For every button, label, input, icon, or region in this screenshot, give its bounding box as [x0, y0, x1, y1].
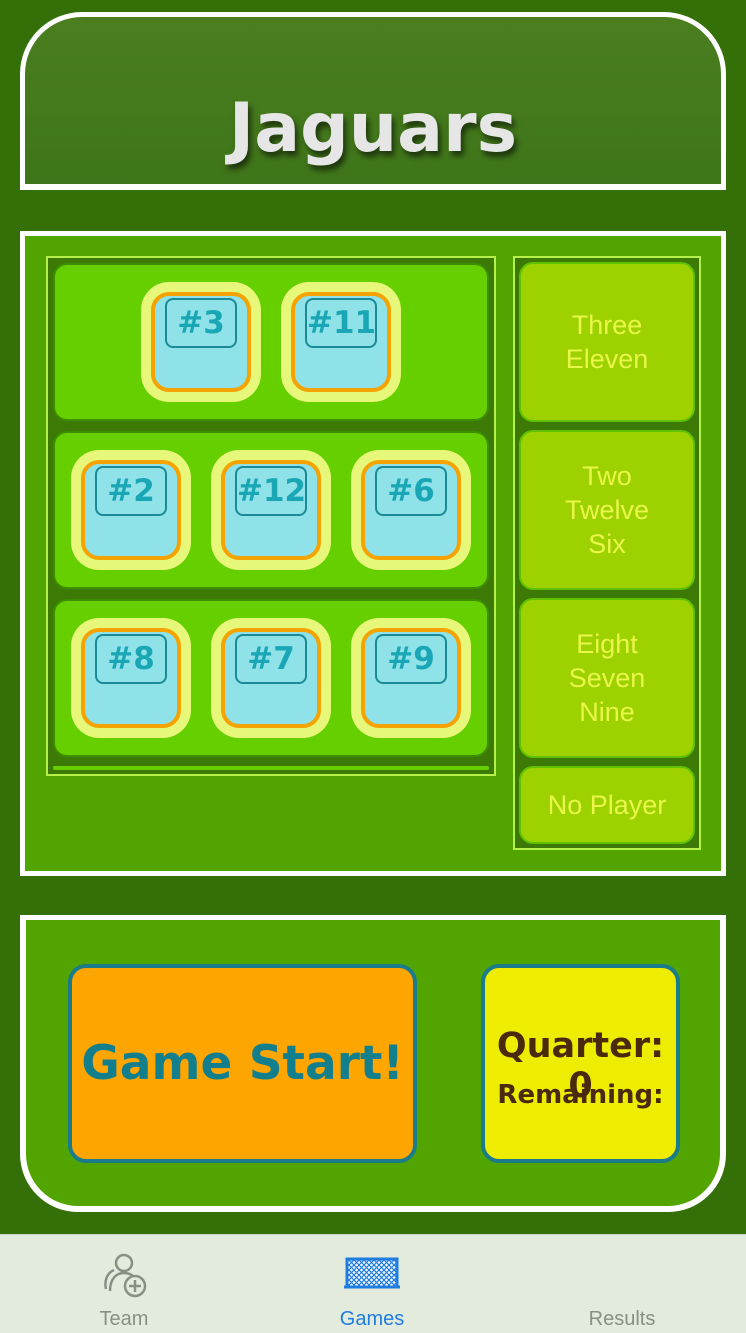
player-number: #11	[305, 298, 377, 348]
tab-results-label: Results	[588, 1308, 656, 1330]
player-chip[interactable]: #3	[141, 282, 261, 402]
player-chip[interactable]: #12	[211, 450, 331, 570]
no-player-button[interactable]: No Player	[519, 766, 695, 844]
player-number: #6	[375, 466, 447, 516]
team-header: Jaguars	[20, 12, 726, 190]
player-number: #3	[165, 298, 237, 348]
line-button-1[interactable]: Three Eleven	[519, 262, 695, 422]
player-number: #9	[375, 634, 447, 684]
player-chip[interactable]: #2	[71, 450, 191, 570]
tab-games[interactable]: Games	[248, 1235, 496, 1333]
player-chip[interactable]: #7	[211, 618, 331, 738]
remaining-label: Remaining:	[497, 1080, 664, 1110]
player-number: #12	[235, 466, 307, 516]
tab-team[interactable]: Team	[0, 1235, 248, 1333]
player-chip[interactable]: #11	[281, 282, 401, 402]
lineup-divider	[53, 766, 489, 770]
lineup-row-1[interactable]	[53, 263, 489, 421]
team-add-icon	[98, 1249, 150, 1306]
tab-team-label: Team	[99, 1308, 149, 1330]
game-start-button[interactable]: Game Start!	[68, 964, 417, 1163]
player-number: #2	[95, 466, 167, 516]
tab-games-label: Games	[339, 1308, 405, 1330]
player-number: #8	[95, 634, 167, 684]
quarter-status: Quarter: 0 Remaining:	[481, 964, 680, 1163]
player-chip[interactable]: #9	[351, 618, 471, 738]
player-number: #7	[235, 634, 307, 684]
goal-net-icon	[344, 1249, 400, 1300]
tab-bar: Team Games Results	[0, 1234, 746, 1333]
line-button-2[interactable]: Two Twelve Six	[519, 430, 695, 590]
player-chip[interactable]: #6	[351, 450, 471, 570]
player-chip[interactable]: #8	[71, 618, 191, 738]
line-button-3[interactable]: Eight Seven Nine	[519, 598, 695, 758]
tab-results[interactable]: Results	[498, 1235, 746, 1333]
team-name: Jaguars	[228, 89, 518, 168]
